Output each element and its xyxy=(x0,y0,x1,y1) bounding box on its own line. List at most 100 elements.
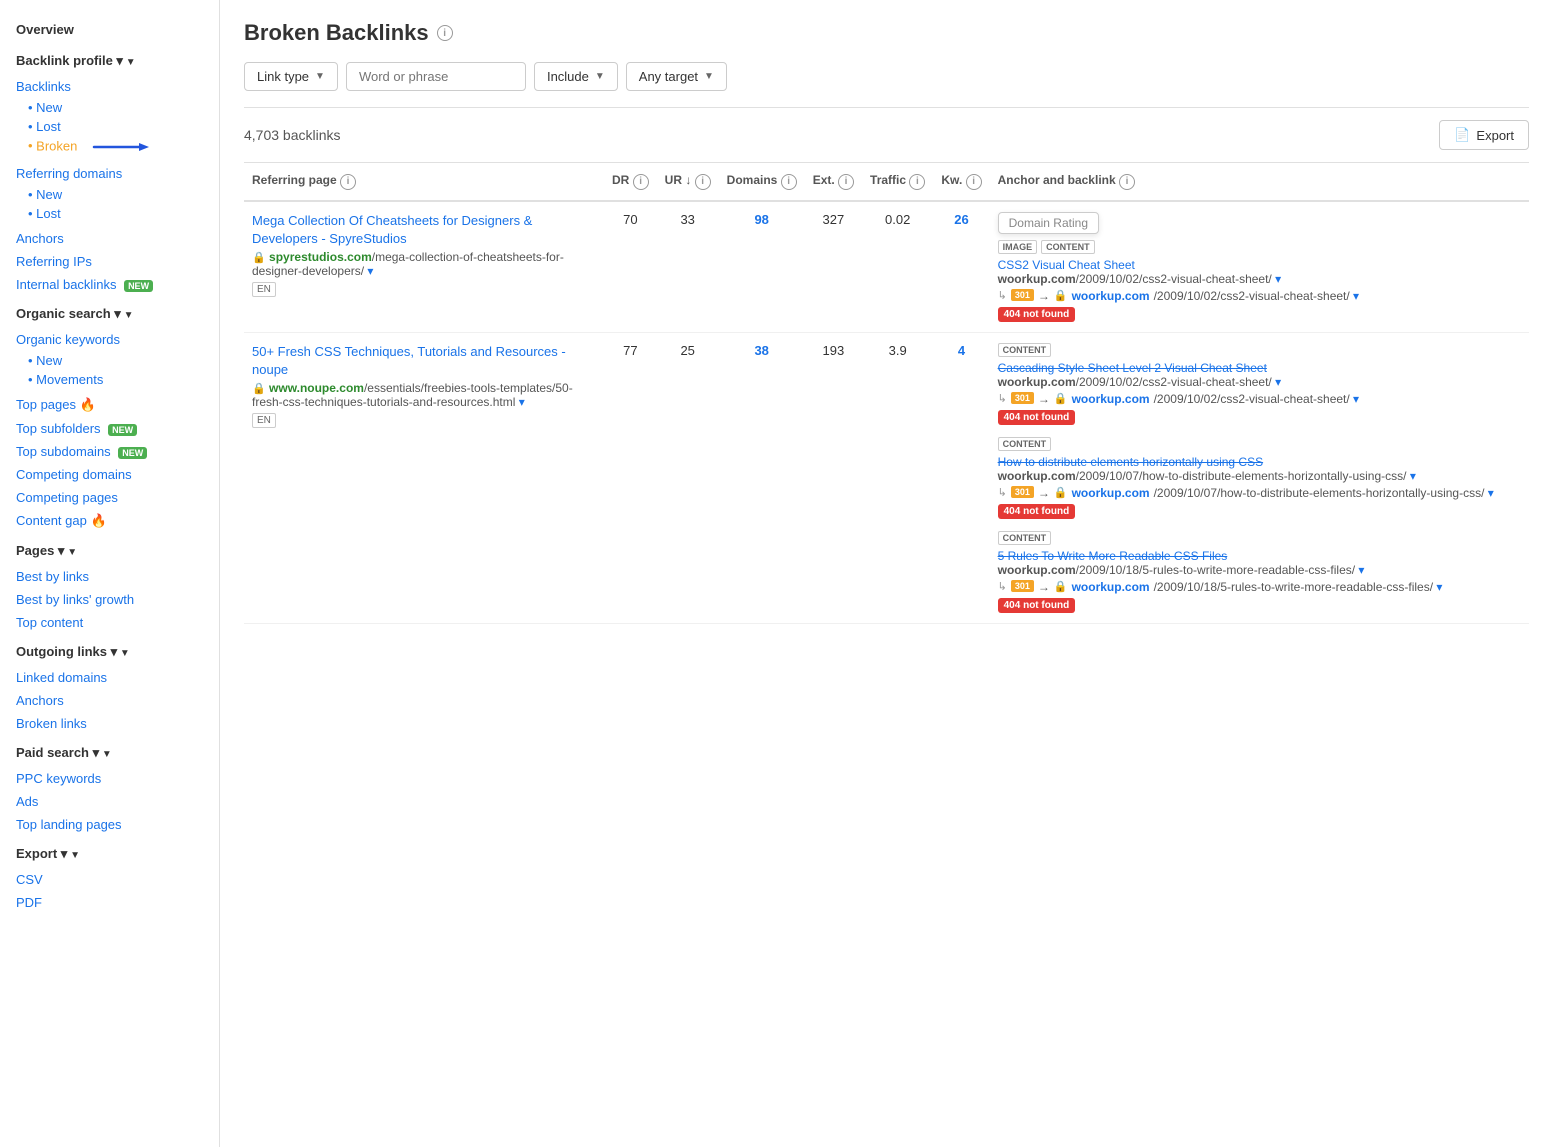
export-button[interactable]: 📄 Export xyxy=(1439,120,1529,150)
ext-info-icon[interactable]: i xyxy=(838,174,854,190)
sidebar-paid-search[interactable]: Paid search ▾ xyxy=(0,739,219,767)
sidebar-outgoing-links[interactable]: Outgoing links ▾ xyxy=(0,638,219,666)
col-header-traffic: Traffic i xyxy=(862,163,933,201)
ur-info-icon[interactable]: i xyxy=(695,174,711,190)
cell-ext-1: 327 xyxy=(805,201,862,333)
kw-link-1[interactable]: 26 xyxy=(954,212,968,227)
kw-info-icon[interactable]: i xyxy=(966,174,982,190)
sidebar-item-anchors[interactable]: Anchors xyxy=(0,227,219,250)
link-type-filter[interactable]: Link type ▼ xyxy=(244,62,338,91)
not-found-badge-1-1: 404 not found xyxy=(998,303,1521,322)
col-header-ur[interactable]: UR ↓ i xyxy=(657,163,719,201)
sidebar-item-ads[interactable]: Ads xyxy=(0,790,219,813)
sidebar-item-pdf[interactable]: PDF xyxy=(0,891,219,914)
sidebar-pages[interactable]: Pages ▾ xyxy=(0,537,219,565)
sidebar-item-top-subdomains[interactable]: Top subdomains NEW xyxy=(0,440,219,463)
domains-info-icon[interactable]: i xyxy=(781,174,797,190)
anchor-strike-2-3[interactable]: 5 Rules To Write More Readable CSS Files xyxy=(998,549,1521,563)
sidebar-item-backlinks-lost[interactable]: Lost xyxy=(0,117,219,136)
broken-arrow-annotation xyxy=(89,138,149,156)
dr-info-icon[interactable]: i xyxy=(633,174,649,190)
tag-content-1: CONTENT xyxy=(1041,240,1095,254)
domain-2[interactable]: www.noupe.com xyxy=(269,381,364,395)
kw-link-2[interactable]: 4 xyxy=(958,343,965,358)
sidebar-item-top-subfolders[interactable]: Top subfolders NEW xyxy=(0,417,219,440)
redirect-lock-1-1: 🔒 xyxy=(1054,289,1068,302)
badge-301-1-1: 301 xyxy=(1011,289,1034,301)
cell-traffic-2: 3.9 xyxy=(862,332,933,623)
sidebar-item-refdomains-new[interactable]: New xyxy=(0,185,219,204)
main-content: Broken Backlinks i Link type ▼ Include ▼… xyxy=(220,0,1553,1147)
domains-link-2[interactable]: 38 xyxy=(754,343,768,358)
sidebar-item-internal-backlinks[interactable]: Internal backlinks NEW xyxy=(0,273,219,296)
sidebar-item-top-pages[interactable]: Top pages 🔥 xyxy=(0,393,219,417)
sidebar-organic-search[interactable]: Organic search ▾ xyxy=(0,300,219,328)
sidebar-item-best-by-links[interactable]: Best by links xyxy=(0,565,219,588)
sidebar-export[interactable]: Export ▾ xyxy=(0,840,219,868)
sidebar-item-top-landing-pages[interactable]: Top landing pages xyxy=(0,813,219,836)
sidebar-item-backlinks-new[interactable]: New xyxy=(0,98,219,117)
sidebar-item-backlinks-broken[interactable]: Broken xyxy=(0,136,219,158)
link-type-label: Link type xyxy=(257,69,309,84)
anchor-strike-2-2[interactable]: How to distribute elements horizontally … xyxy=(998,455,1521,469)
traffic-info-icon[interactable]: i xyxy=(909,174,925,190)
sidebar-item-backlinks[interactable]: Backlinks xyxy=(0,75,219,98)
anchor-block-2-2: CONTENT How to distribute elements horiz… xyxy=(998,437,1521,519)
referring-page-info-icon[interactable]: i xyxy=(340,174,356,190)
redirect-domain-2-2[interactable]: woorkup.com xyxy=(1072,486,1150,500)
not-found-badge-2-1: 404 not found xyxy=(998,406,1521,425)
include-label: Include xyxy=(547,69,589,84)
redirect-arrow-2-1: ↳ xyxy=(998,392,1007,405)
backlink-url-2-1: woorkup.com/2009/10/02/css2-visual-cheat… xyxy=(998,375,1521,389)
redirect-domain-1-1[interactable]: woorkup.com xyxy=(1072,289,1150,303)
col-header-ext: Ext. i xyxy=(805,163,862,201)
sidebar-item-outgoing-anchors[interactable]: Anchors xyxy=(0,689,219,712)
sidebar-item-competing-domains[interactable]: Competing domains xyxy=(0,463,219,486)
cell-domains-2: 38 xyxy=(719,332,805,623)
page-title-link-1[interactable]: Mega Collection Of Cheatsheets for Desig… xyxy=(252,212,596,248)
cell-anchor-1: Domain Rating IMAGE CONTENT CSS2 Visual … xyxy=(990,201,1529,333)
anchor-link-1-1[interactable]: CSS2 Visual Cheat Sheet xyxy=(998,258,1521,272)
redirect-arrow-2-2: ↳ xyxy=(998,486,1007,499)
domains-link-1[interactable]: 98 xyxy=(754,212,768,227)
sidebar-item-organic-keywords[interactable]: Organic keywords xyxy=(0,328,219,351)
redirect-domain-2-3[interactable]: woorkup.com xyxy=(1072,580,1150,594)
redirect-row-2-3: ↳ 301 → 🔒 woorkup.com/2009/10/18/5-rules… xyxy=(998,580,1521,594)
col-header-domains: Domains i xyxy=(719,163,805,201)
word-phrase-input[interactable] xyxy=(346,62,526,91)
sidebar-item-top-content[interactable]: Top content xyxy=(0,611,219,634)
table-row: 50+ Fresh CSS Techniques, Tutorials and … xyxy=(244,332,1529,623)
sidebar: Overview Backlink profile ▾ Backlinks Ne… xyxy=(0,0,220,1147)
sidebar-item-referring-ips[interactable]: Referring IPs xyxy=(0,250,219,273)
page-title-link-2[interactable]: 50+ Fresh CSS Techniques, Tutorials and … xyxy=(252,343,596,379)
badge-301-2-1: 301 xyxy=(1011,392,1034,404)
sidebar-item-linked-domains[interactable]: Linked domains xyxy=(0,666,219,689)
sidebar-item-ppc-keywords[interactable]: PPC keywords xyxy=(0,767,219,790)
sidebar-item-refdomains-lost[interactable]: Lost xyxy=(0,204,219,223)
sidebar-item-content-gap[interactable]: Content gap 🔥 xyxy=(0,509,219,533)
domain-1[interactable]: spyrestudios.com xyxy=(269,250,372,264)
sidebar-item-csv[interactable]: CSV xyxy=(0,868,219,891)
cell-domains-1: 98 xyxy=(719,201,805,333)
page-title-info-icon[interactable]: i xyxy=(437,25,453,41)
lock-icon-1: 🔒 xyxy=(252,252,266,264)
cell-dr-2: 77 xyxy=(604,332,657,623)
domain-rating-tooltip-row: Domain Rating xyxy=(998,212,1521,236)
sidebar-item-org-new[interactable]: New xyxy=(0,351,219,370)
export-icon: 📄 xyxy=(1454,127,1470,143)
sidebar-item-org-movements[interactable]: Movements xyxy=(0,370,219,389)
target-filter[interactable]: Any target ▼ xyxy=(626,62,727,91)
anchor-strike-2-1[interactable]: Cascading Style Sheet Level 2 Visual Che… xyxy=(998,361,1521,375)
domain-rating-tooltip: Domain Rating xyxy=(998,212,1099,234)
sidebar-item-broken-links[interactable]: Broken links xyxy=(0,712,219,735)
sidebar-backlink-profile[interactable]: Backlink profile ▾ xyxy=(0,47,219,75)
anchor-info-icon[interactable]: i xyxy=(1119,174,1135,190)
sidebar-item-best-by-links-growth[interactable]: Best by links' growth xyxy=(0,588,219,611)
redirect-domain-2-1[interactable]: woorkup.com xyxy=(1072,392,1150,406)
include-filter[interactable]: Include ▼ xyxy=(534,62,618,91)
sidebar-item-referring-domains[interactable]: Referring domains xyxy=(0,162,219,185)
tag-image-1: IMAGE xyxy=(998,240,1038,254)
sidebar-overview[interactable]: Overview xyxy=(0,16,219,43)
sidebar-item-competing-pages[interactable]: Competing pages xyxy=(0,486,219,509)
col-header-referring-page: Referring page i xyxy=(244,163,604,201)
